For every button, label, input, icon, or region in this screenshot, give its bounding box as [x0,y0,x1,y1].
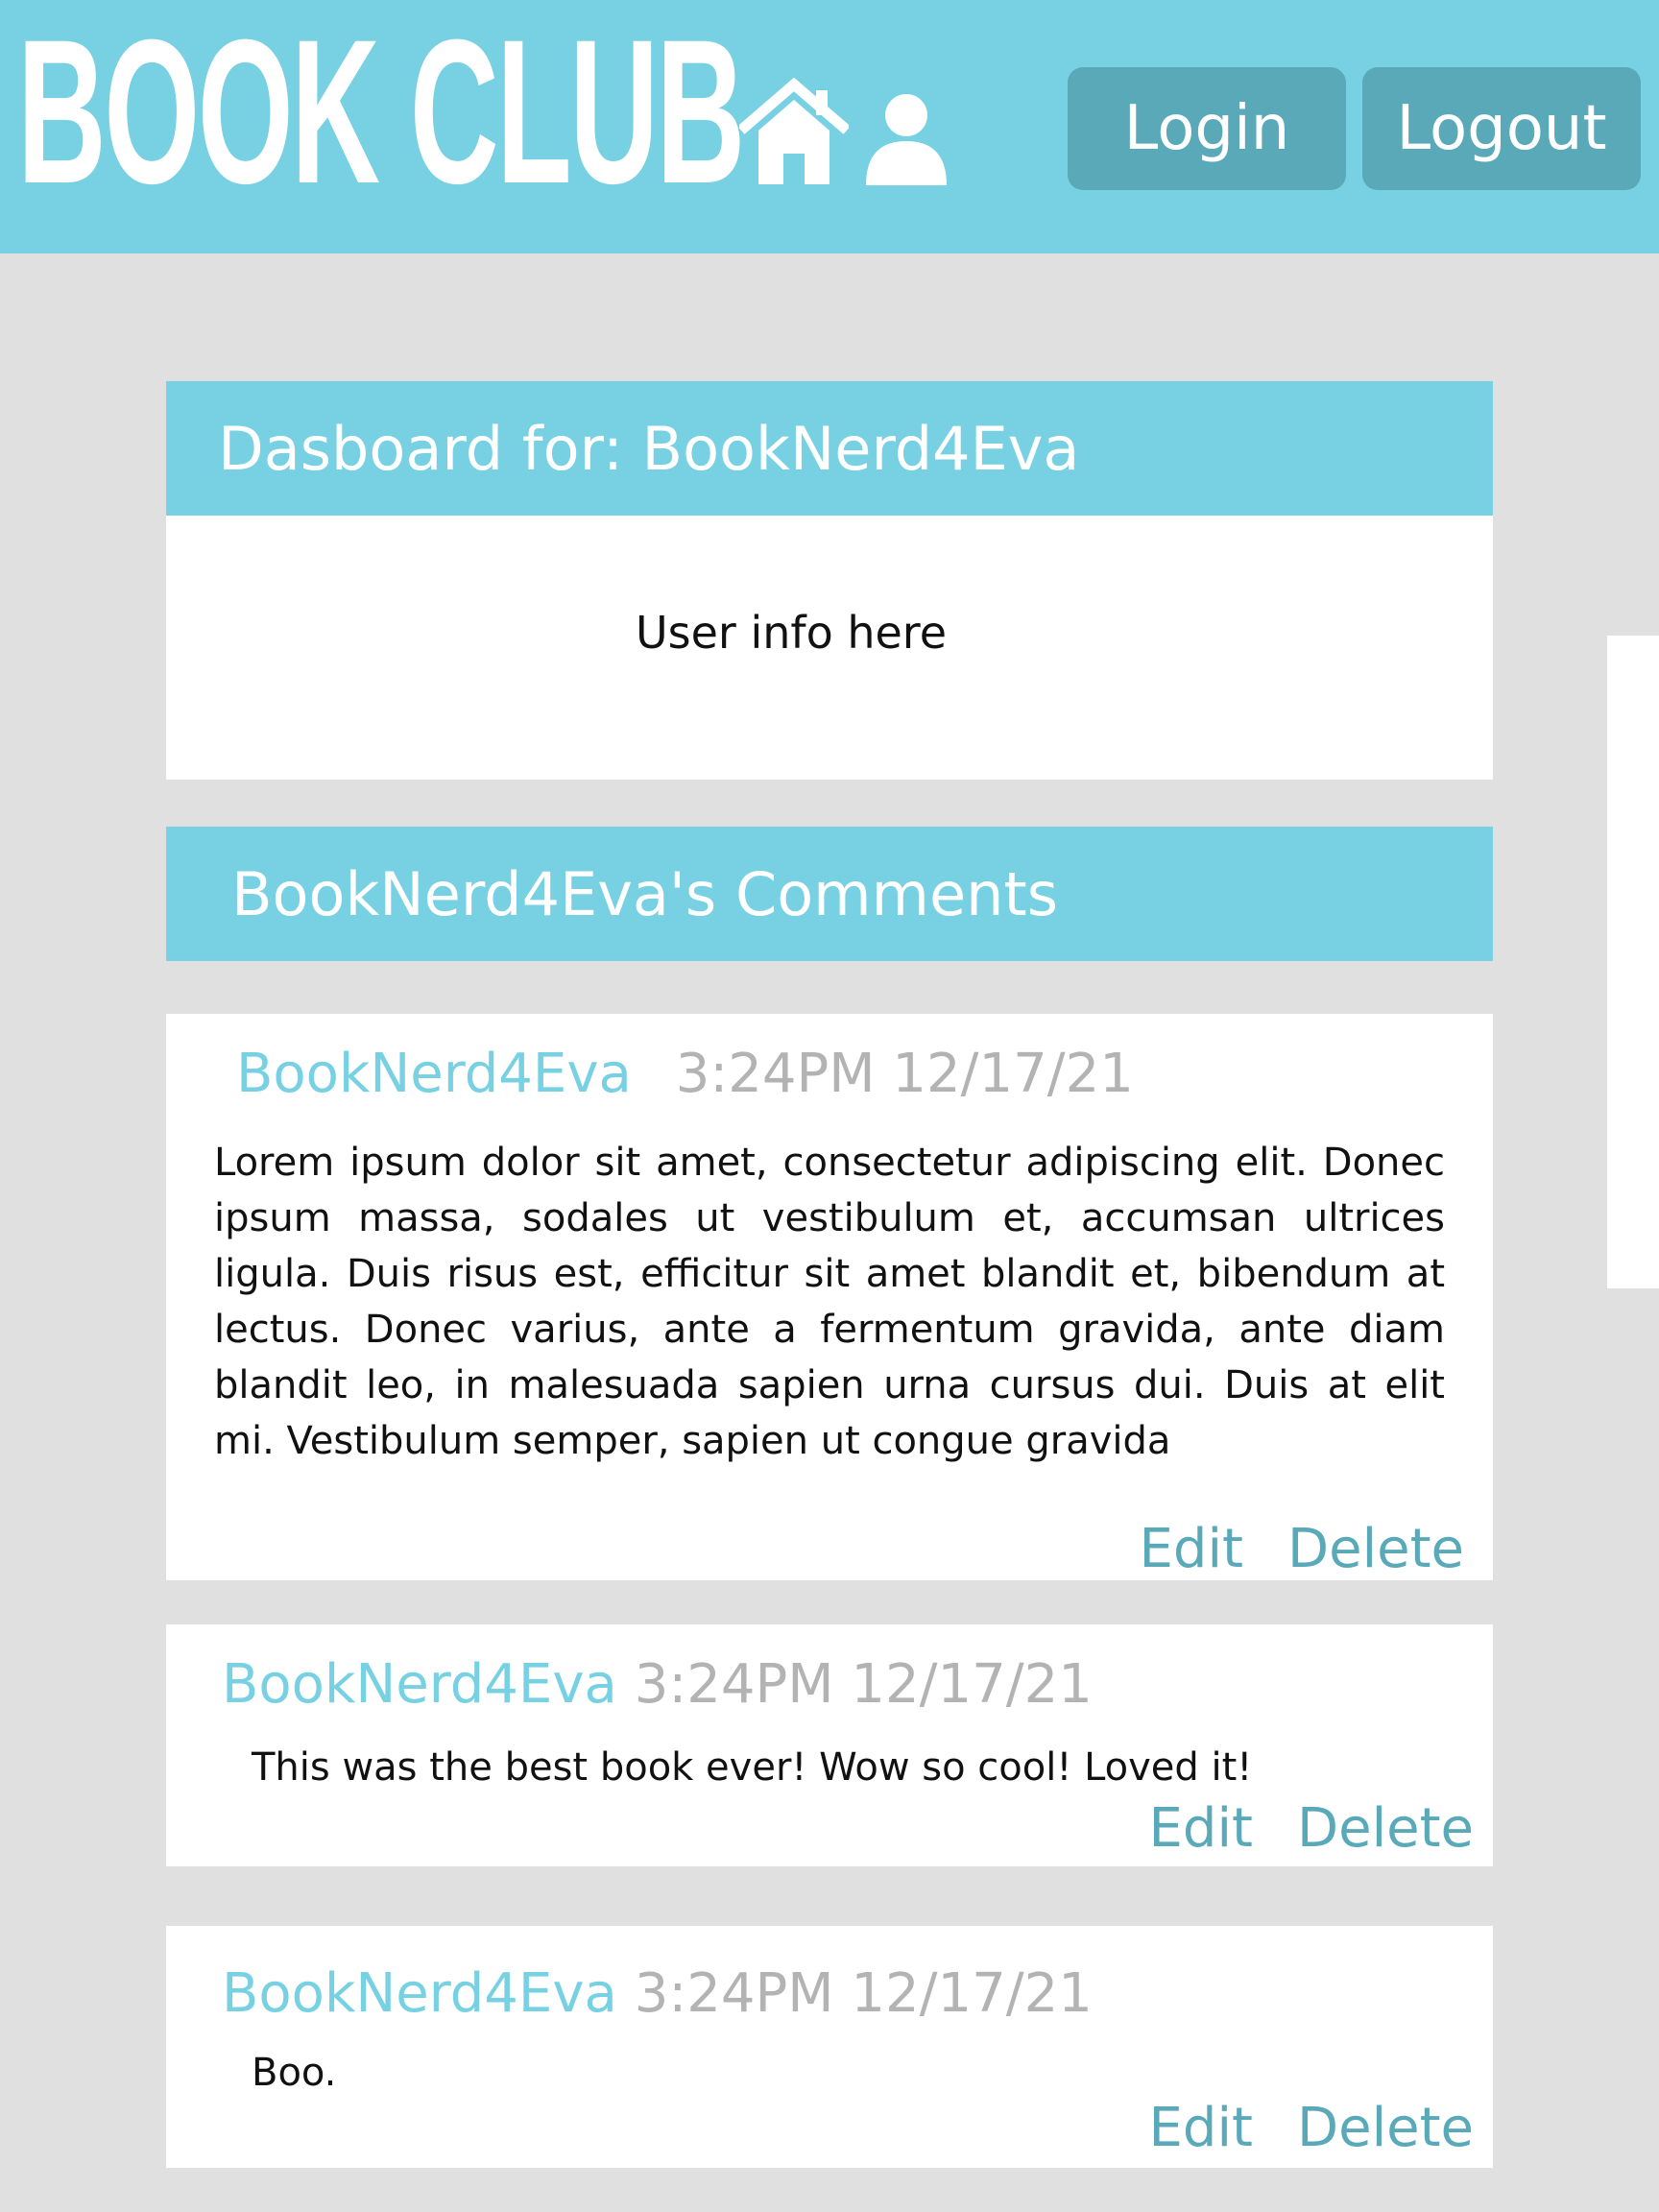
comment-timestamp: 3:24PM 12/17/21 [634,1962,1093,2025]
comment-author[interactable]: BookNerd4Eva [222,1653,617,1716]
comment-timestamp: 3:24PM 12/17/21 [634,1653,1093,1716]
comment-text: Lorem ipsum dolor sit amet, consectetur … [214,1141,1445,1463]
comment-card: BookNerd4Eva 3:24PM 12/17/21 Boo. Edit Del… [166,1926,1493,2168]
site-logo[interactable]: BOOK CLUB [17,10,745,215]
comment-card: BookNerd4Eva 3:24PM 12/17/21 Lorem ipsum … [166,1014,1493,1580]
comment-timestamp: 3:24PM 12/17/21 [675,1043,1134,1105]
comment-text: Boo. [252,2051,337,2095]
user-info-text: User info here [635,607,948,659]
comments-title: BookNerd4Eva's Comments [166,827,1493,961]
comment-text: This was the best book ever! Wow so cool… [252,1745,1253,1790]
top-header: BOOK CLUB Login Logout [0,0,1659,253]
edit-link[interactable]: Edit [1149,1797,1253,1860]
comment-author[interactable]: BookNerd4Eva [236,1043,632,1105]
user-icon[interactable] [864,91,949,185]
dashboard-body: User info here [166,516,1493,780]
delete-link[interactable]: Delete [1287,1518,1464,1580]
login-button[interactable]: Login [1068,67,1346,190]
comment-card: BookNerd4Eva 3:24PM 12/17/21 This was the… [166,1624,1493,1866]
logout-button[interactable]: Logout [1362,67,1641,190]
delete-link[interactable]: Delete [1297,2097,1474,2159]
comment-author[interactable]: BookNerd4Eva [222,1962,617,2025]
edit-link[interactable]: Edit [1140,1518,1243,1580]
side-panel-edge [1607,636,1659,1288]
home-icon[interactable] [739,77,849,184]
delete-link[interactable]: Delete [1297,1797,1474,1860]
dashboard-title: Dasboard for: BookNerd4Eva [166,381,1493,516]
edit-link[interactable]: Edit [1149,2097,1253,2159]
